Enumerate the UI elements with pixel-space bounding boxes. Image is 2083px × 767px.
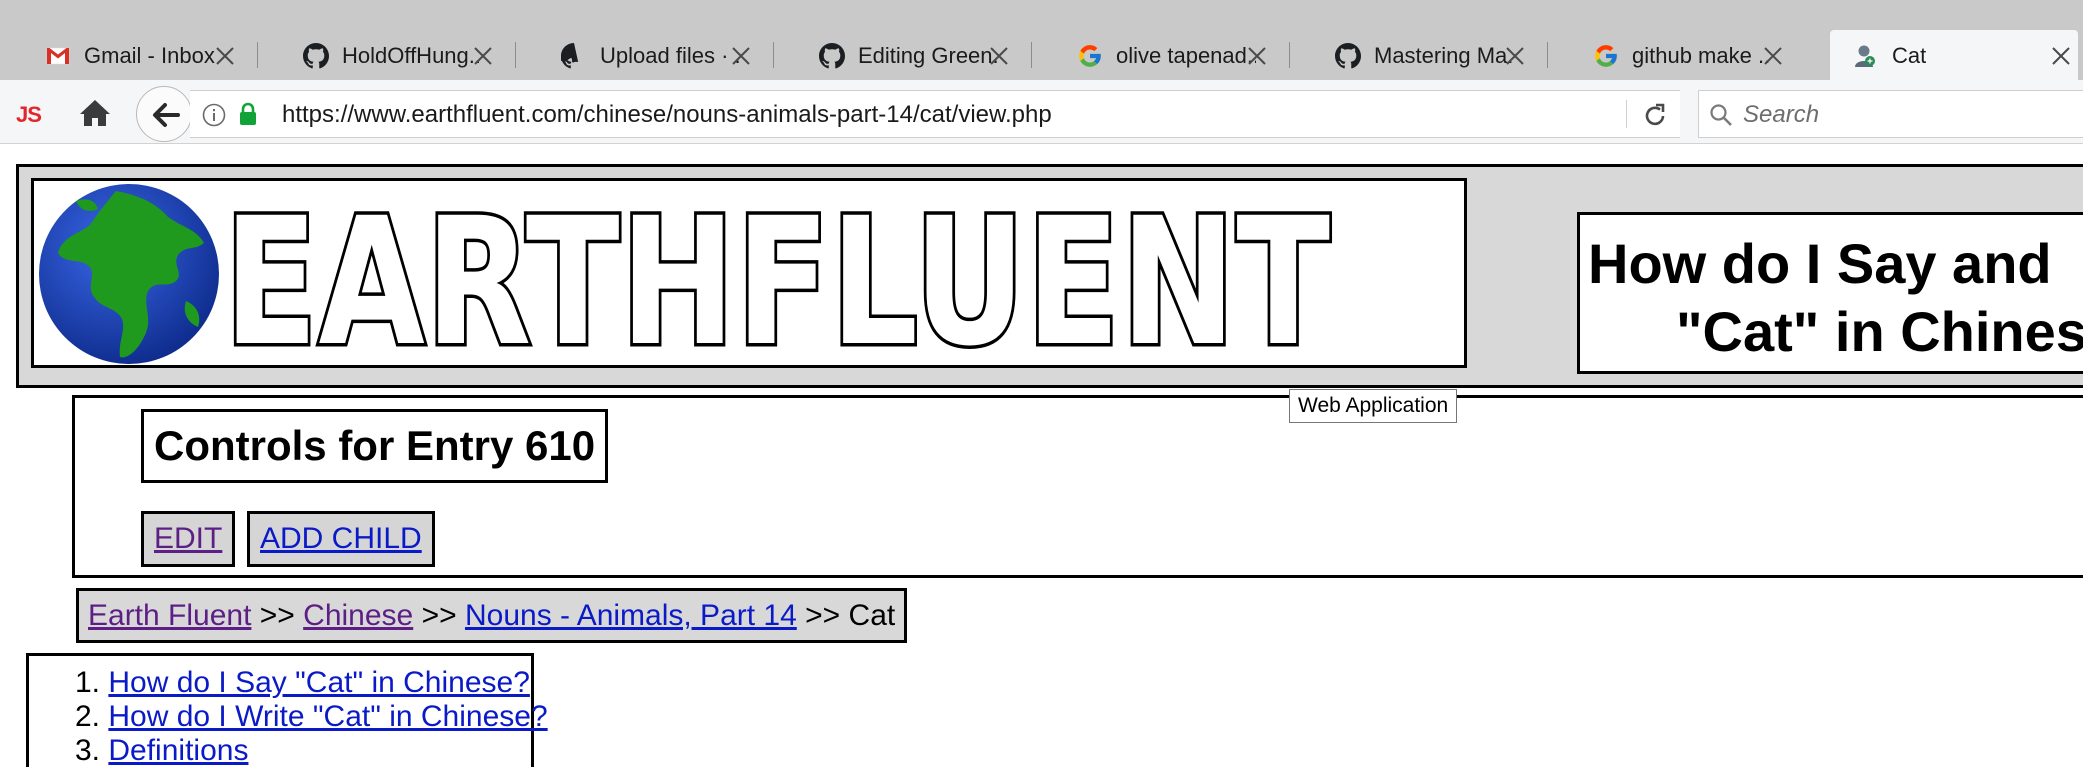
tab-title: olive tapenad... [1116,43,1256,68]
tab-github-make[interactable]: github make ... [1548,30,1806,80]
table-of-contents: 1. How do I Say "Cat" in Chinese? 2. How… [26,653,548,767]
entry-controls-panel: Controls for Entry 610 EDIT ADD CHILD [72,395,2083,578]
navigation-toolbar: JS https://www.earthfluent.com/chinese/n… [0,80,2083,144]
toc-link-say-cat[interactable]: How do I Say "Cat" in Chinese? [108,666,530,699]
tab-cat[interactable]: Cat [1830,30,2078,80]
tooltip: Web Application [1289,389,1458,423]
breadcrumb-separator: >> [259,599,295,632]
tab-title: github make ... [1632,43,1772,68]
gmail-icon [46,47,70,65]
breadcrumb-current: Cat [848,599,896,632]
page-heading-box: How do I Say and "Cat" in Chines [1577,212,2083,374]
google-icon [1079,45,1101,67]
add-child-button[interactable]: ADD CHILD [247,511,435,567]
home-icon[interactable] [78,98,112,128]
search-box[interactable] [1698,90,2083,138]
breadcrumb: Earth Fluent >> Chinese >> Nouns - Anima… [76,588,908,643]
breadcrumb-separator: >> [421,599,457,632]
tab-olive-tapenade[interactable]: olive tapenad... [1032,30,1290,80]
close-icon[interactable] [1246,45,1268,67]
list-item: 3. Definitions [75,734,548,767]
web-app-icon [1855,45,1875,67]
github-icon [1335,43,1361,69]
tab-title: Upload files · ... [600,43,740,68]
tab-mastering-ma[interactable]: Mastering Ma... [1290,30,1548,80]
toc-link-definitions[interactable]: Definitions [108,734,248,767]
github-icon [819,43,845,69]
address-bar[interactable]: https://www.earthfluent.com/chinese/noun… [190,90,1680,138]
reload-icon[interactable] [1640,101,1670,131]
tab-title: Gmail - Inbox [84,43,215,68]
info-icon[interactable] [202,103,226,127]
url-divider [1626,100,1627,128]
tab-title: HoldOffHung... [342,43,482,68]
toc-list: 1. How do I Say "Cat" in Chinese? 2. How… [75,666,548,767]
github-icon [561,43,579,69]
edit-button[interactable]: EDIT [141,511,236,567]
site-logo[interactable]: EARTHFLUENT [31,178,1467,368]
close-icon[interactable] [472,45,494,67]
close-icon[interactable] [214,45,236,67]
toc-number: 1. [75,666,101,699]
site-header: EARTHFLUENT How do I Say and "Cat" in Ch… [16,164,2083,388]
breadcrumb-separator: >> [805,599,841,632]
breadcrumb-link-nouns-animals[interactable]: Nouns - Animals, Part 14 [465,599,797,632]
lock-icon[interactable] [238,102,258,126]
controls-title: Controls for Entry 610 [141,409,609,483]
list-item: 2. How do I Write "Cat" in Chinese? [75,700,548,734]
google-icon [1595,45,1617,67]
back-arrow-icon [153,103,180,127]
url-text[interactable]: https://www.earthfluent.com/chinese/noun… [282,101,1052,129]
tab-holdoffhung[interactable]: HoldOffHung... [258,30,516,80]
toc-link-write-cat[interactable]: How do I Write "Cat" in Chinese? [108,700,547,733]
breadcrumb-link-chinese[interactable]: Chinese [303,599,413,632]
page-heading-line-2: "Cat" in Chines [1676,300,2083,363]
tab-strip: Gmail - Inbox HoldOffHung... Upload file… [0,0,2083,80]
github-icon [303,43,329,69]
list-item: 1. How do I Say "Cat" in Chinese? [75,666,548,700]
logo-wordmark: EARTHFLUENT [221,180,1332,368]
tab-upload-files[interactable]: Upload files · ... [516,30,774,80]
tab-gmail-inbox[interactable]: Gmail - Inbox [0,30,258,80]
tab-title: Cat [1892,43,1927,68]
tab-title: Editing Green... [858,43,998,68]
close-icon[interactable] [1762,45,1784,67]
globe-icon [39,184,219,364]
search-input[interactable] [1743,100,2063,130]
close-icon[interactable] [1504,45,1526,67]
search-icon [1710,104,1732,126]
close-icon[interactable] [988,45,1010,67]
breadcrumb-link-earth-fluent[interactable]: Earth Fluent [88,599,251,632]
tab-editing-green[interactable]: Editing Green... [774,30,1032,80]
js-toggle-icon[interactable]: JS [16,102,42,128]
close-icon[interactable] [730,45,752,67]
page-heading-line-1: How do I Say and [1588,232,2052,295]
tab-title: Mastering Ma... [1374,43,1514,68]
close-icon[interactable] [2050,45,2072,67]
toc-number: 3. [75,734,101,767]
toc-number: 2. [75,700,101,733]
back-button[interactable] [136,86,192,142]
